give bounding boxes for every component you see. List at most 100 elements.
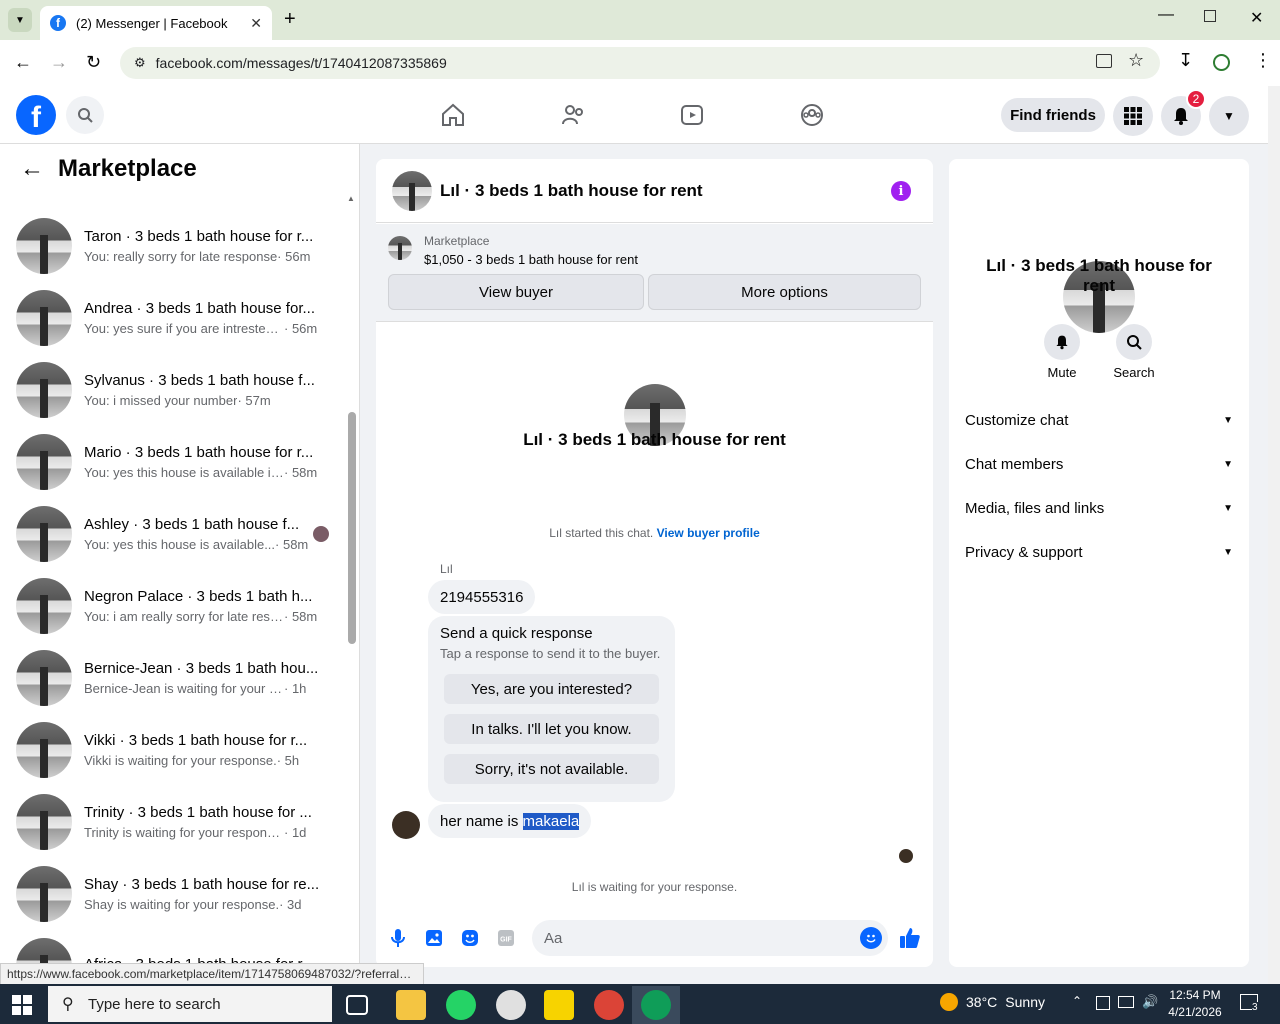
file-explorer-icon[interactable] (396, 990, 426, 1020)
site-settings-icon[interactable]: ⚙ (134, 55, 146, 71)
view-buyer-button[interactable]: View buyer (388, 274, 644, 310)
search-label: Search (1113, 365, 1155, 380)
conversation-time: · 56m (277, 249, 311, 264)
chevron-down-icon: ▼ (1223, 458, 1233, 470)
new-tab-icon[interactable]: + (284, 8, 296, 31)
forward-icon[interactable]: → (50, 52, 68, 73)
video-nav-icon[interactable] (677, 100, 707, 130)
url-input[interactable]: ⚙ facebook.com/messages/t/17404120873358… (120, 47, 1160, 79)
bell-icon (1056, 335, 1068, 350)
reload-icon[interactable]: ↻ (86, 52, 101, 73)
friends-nav-icon[interactable] (558, 100, 588, 130)
info-icon[interactable]: i (891, 181, 911, 201)
app-icon[interactable] (496, 990, 526, 1020)
chrome-icon[interactable] (594, 990, 624, 1020)
row-label: Chat members (965, 455, 1064, 473)
close-window-icon[interactable]: ✕ (1250, 8, 1263, 28)
photo-icon[interactable] (424, 928, 444, 948)
groups-nav-icon[interactable] (797, 100, 827, 130)
browser-menu-icon[interactable]: ⋮ (1254, 50, 1272, 71)
mute-button[interactable] (1044, 324, 1080, 360)
gif-icon[interactable]: GIF (496, 928, 516, 948)
privacy-support-row[interactable]: Privacy & support ▼ (965, 540, 1233, 564)
customize-chat-row[interactable]: Customize chat ▼ (965, 408, 1233, 432)
conversation-time: · 1h (284, 681, 307, 696)
chat-header[interactable]: Lıl · 3 beds 1 bath house for rent (376, 159, 933, 223)
back-icon[interactable]: ← (14, 52, 32, 73)
conversation-name: Mario · 3 beds 1 bath house for r... (84, 444, 314, 461)
conversation-time: · 3d (279, 897, 302, 912)
whatsapp-icon[interactable] (446, 990, 476, 1020)
sticker-icon[interactable] (460, 928, 480, 948)
conversation-item[interactable]: Taron · 3 beds 1 bath house for r... You:… (0, 210, 345, 282)
conversation-item[interactable]: Andrea · 3 beds 1 bath house for... You: … (0, 282, 345, 354)
view-buyer-profile-link[interactable]: View buyer profile (657, 526, 760, 540)
conversation-item[interactable]: Negron Palace · 3 beds 1 bath h... You: i… (0, 570, 345, 642)
avatar (16, 362, 72, 418)
facebook-search-button[interactable] (66, 96, 104, 134)
quick-response-option[interactable]: In talks. I'll let you know. (444, 714, 659, 744)
conversation-item[interactable]: Shay · 3 beds 1 bath house for re... Shay… (0, 858, 345, 930)
menu-grid-button[interactable] (1113, 96, 1153, 136)
account-button[interactable]: ▼ (1209, 96, 1249, 136)
message-input[interactable]: Aa (532, 920, 888, 956)
install-app-icon[interactable] (1096, 54, 1112, 68)
conversation-preview: You: yes this house is available if ... (84, 465, 284, 480)
browser-tab[interactable]: f (2) Messenger | Facebook ✕ (40, 6, 272, 40)
profile-icon[interactable] (1213, 54, 1230, 71)
find-friends-button[interactable]: Find friends (1001, 98, 1105, 132)
message-text: her name is (440, 812, 523, 830)
conversation-item[interactable]: Sylvanus · 3 beds 1 bath house f... You: … (0, 354, 345, 426)
emoji-icon[interactable] (860, 927, 882, 949)
weather-widget[interactable]: 38°C Sunny (940, 993, 1045, 1011)
microphone-icon[interactable] (388, 928, 408, 948)
volume-icon[interactable]: 🔊 (1142, 994, 1158, 1010)
system-clock[interactable]: 12:54 PM 4/21/2026 (1160, 987, 1230, 1021)
listing-title[interactable]: $1,050 - 3 beds 1 bath house for rent (424, 252, 638, 267)
conversation-time: · 5h (276, 753, 300, 768)
more-options-button[interactable]: More options (648, 274, 921, 310)
quick-response-option[interactable]: Sorry, it's not available. (444, 754, 659, 784)
conversation-item[interactable]: Trinity · 3 beds 1 bath house for ... Tri… (0, 786, 345, 858)
meet-now-icon[interactable] (1096, 996, 1110, 1010)
chat-members-row[interactable]: Chat members ▼ (965, 452, 1233, 476)
like-icon[interactable] (898, 926, 922, 955)
tab-list-dropdown-icon[interactable]: ▼ (8, 8, 32, 32)
conversation-item[interactable]: Ashley · 3 beds 1 bath house f... You: ye… (0, 498, 345, 570)
buyer-avatar (392, 811, 420, 839)
minimize-icon[interactable]: — (1158, 6, 1174, 24)
avatar (16, 434, 72, 490)
message-input-placeholder: Aa (544, 929, 563, 947)
conversation-item[interactable]: Bernice-Jean · 3 beds 1 bath hou... Berni… (0, 642, 345, 714)
network-icon[interactable] (1118, 996, 1134, 1008)
active-chrome-taskbar-item[interactable] (632, 986, 680, 1024)
sidebar-scrollbar[interactable] (348, 412, 356, 644)
chevron-up-icon[interactable]: ⌃ (1072, 994, 1082, 1008)
close-tab-icon[interactable]: ✕ (250, 15, 262, 32)
downloads-icon[interactable]: ↧ (1178, 50, 1193, 71)
quick-response-option[interactable]: Yes, are you interested? (444, 674, 659, 704)
bookmark-star-icon[interactable]: ☆ (1128, 50, 1144, 71)
info-name: Lıl · 3 beds 1 bath house for rent (986, 256, 1212, 295)
restore-icon[interactable] (1204, 10, 1216, 22)
sender-name: Lıl (440, 562, 453, 576)
conversation-item[interactable]: Mario · 3 beds 1 bath house for r... You:… (0, 426, 345, 498)
notification-center-icon[interactable]: 3 (1240, 994, 1262, 1016)
sticky-notes-icon[interactable] (544, 990, 574, 1020)
conversation-name: Taron · 3 beds 1 bath house for r... (84, 228, 314, 245)
conversation-item[interactable]: Africa · 3 beds 1 bath house for r... (0, 930, 345, 964)
media-files-links-row[interactable]: Media, files and links ▼ (965, 496, 1233, 520)
taskbar-search-input[interactable]: ⚲ Type here to search (48, 986, 332, 1022)
task-view-icon[interactable] (346, 995, 368, 1015)
home-nav-icon[interactable] (438, 100, 468, 130)
page-scrollbar[interactable] (1268, 86, 1280, 984)
back-arrow-icon[interactable]: ← (20, 155, 44, 183)
conversation-preview: Trinity is waiting for your response. (84, 825, 284, 840)
conversation-item[interactable]: Vikki · 3 beds 1 bath house for r... Vikk… (0, 714, 345, 786)
avatar (16, 290, 72, 346)
windows-start-icon[interactable] (12, 995, 32, 1015)
search-chat-button[interactable] (1116, 324, 1152, 360)
scroll-up-icon[interactable]: ▲ (347, 194, 355, 203)
chevron-down-icon: ▼ (1223, 414, 1233, 426)
facebook-logo-icon[interactable]: f (16, 95, 56, 135)
